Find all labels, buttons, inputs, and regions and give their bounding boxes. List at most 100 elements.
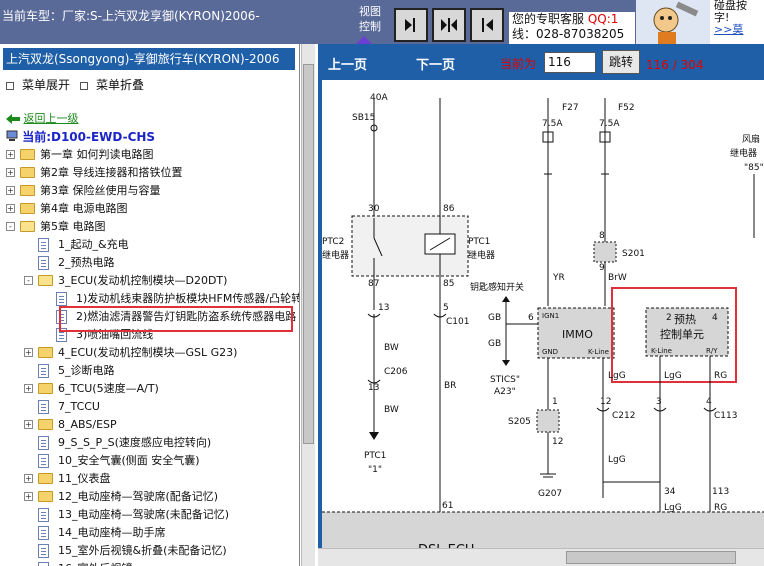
label-pin61: 61	[442, 501, 453, 511]
expand-node-icon[interactable]: +	[6, 150, 15, 159]
arrow-left-bar-icon	[482, 18, 493, 32]
folder-icon	[20, 203, 35, 214]
diagram-horizontal-scrollbar[interactable]	[318, 548, 764, 566]
vehicle-title: 当前车型：厂家:S-上汽双龙享御(KYRON)2006-	[2, 9, 260, 23]
expand-node-icon[interactable]: +	[6, 204, 15, 213]
diagram-pane: 上一页 下一页 当前为 116 跳转 116 / 304 F27 F52 7.5…	[318, 44, 764, 566]
label-kline: K-Line	[588, 348, 609, 356]
open-folder-icon	[38, 275, 53, 286]
tree-item-label: 2_预热电路	[58, 256, 115, 269]
expand-node-icon[interactable]: +	[24, 474, 33, 483]
label-c113: C113	[714, 411, 737, 421]
expand-menu-button[interactable]: 菜单展开	[6, 76, 70, 93]
page-nav-bar: 上一页 下一页 当前为 116 跳转 116 / 304	[318, 44, 764, 80]
collapse-node-icon[interactable]: -	[6, 222, 15, 231]
scrollbar-thumb[interactable]	[303, 64, 314, 444]
top-bar: 当前车型：厂家:S-上汽双龙享御(KYRON)2006- 视图控制 您的专职客服	[0, 0, 764, 44]
prev-view-button[interactable]	[394, 8, 428, 42]
expand-node-icon[interactable]: +	[24, 420, 33, 429]
computer-icon	[6, 130, 18, 141]
label-ptc2-relay: 继电器	[322, 249, 349, 261]
open-folder-icon	[20, 221, 35, 232]
prev-page-button[interactable]: 上一页	[328, 54, 367, 73]
jump-button[interactable]: 跳转	[602, 50, 640, 74]
page-number-input[interactable]: 116	[544, 52, 596, 73]
label-ry: R/Y	[706, 347, 718, 355]
label-pin4: 4	[712, 313, 718, 323]
label-preheat-2: 控制单元	[660, 327, 704, 341]
label-pin4b: 4	[706, 397, 712, 407]
label-fan-2: 继电器	[730, 147, 757, 159]
label-c212: C212	[612, 411, 635, 421]
label-bw-1: BW	[384, 343, 399, 353]
next-view-button[interactable]	[470, 8, 504, 42]
collapse-node-icon[interactable]: -	[24, 276, 33, 285]
current-document: 当前:D100-EWD-CHS	[6, 128, 155, 145]
label-lgg-1: LgG	[608, 371, 626, 381]
label-s205: S205	[508, 417, 531, 427]
help-link[interactable]: >>莫	[714, 24, 764, 36]
label-c101: C101	[446, 317, 469, 327]
label-yr: YR	[552, 273, 565, 283]
label-ptc1-bottom: PTC1	[364, 451, 386, 461]
label-wire-13: 13	[378, 303, 389, 313]
label-ptc2: PTC2	[322, 237, 344, 247]
expand-node-icon[interactable]: +	[6, 186, 15, 195]
folder-icon	[38, 347, 53, 358]
folder-icon	[38, 473, 53, 484]
folder-icon	[38, 383, 53, 394]
expand-icon	[6, 81, 14, 90]
tree-item-label: 16_室外后视镜	[58, 560, 133, 566]
tree-item-label: 第5章 电路图	[40, 220, 106, 233]
collapse-menu-label: 菜单折叠	[96, 78, 145, 92]
document-icon	[38, 508, 49, 522]
service-qq[interactable]: QQ:1	[588, 12, 619, 26]
service-phone: 线：028-87038205	[512, 27, 625, 41]
document-icon	[38, 544, 49, 558]
label-wire-5: 5	[443, 303, 449, 313]
label-rg: RG	[714, 371, 727, 381]
label-ign: IGN1	[542, 312, 559, 320]
label-pin12: 12	[600, 397, 611, 407]
back-link[interactable]: 返回上一级	[6, 110, 79, 126]
label-pin12b: 12	[552, 437, 563, 447]
label-pin9: 9	[599, 263, 605, 273]
next-page-button[interactable]: 下一页	[416, 54, 455, 73]
tree-item-label: 第一章 如何判读电路图	[40, 148, 154, 161]
label-brw: BrW	[608, 273, 627, 283]
expand-node-icon[interactable]: +	[24, 384, 33, 393]
label-pin34: 34	[664, 487, 676, 497]
expand-node-icon[interactable]: +	[6, 168, 15, 177]
tree-item-label: 6_TCU(5速度—A/T)	[58, 382, 159, 395]
label-ptc1: PTC1	[468, 237, 490, 247]
tree-item-label: 3_ECU(发动机控制模块—D20DT)	[58, 274, 228, 287]
back-link-label: 返回上一级	[23, 112, 79, 125]
collapse-menu-button[interactable]: 菜单折叠	[80, 76, 144, 93]
label-immo: IMMO	[562, 328, 593, 341]
tree-vertical-scrollbar[interactable]	[301, 44, 315, 566]
label-fuse-amp-2: 7.5A	[599, 119, 620, 129]
label-fan-3: "85"	[744, 163, 764, 173]
label-br: BR	[444, 381, 456, 391]
label-f27: F27	[562, 103, 579, 113]
label-pin30: 30	[368, 204, 380, 214]
expand-node-icon[interactable]: +	[24, 348, 33, 357]
label-40a: 40A	[370, 93, 388, 103]
tree-item-label: 8_ABS/ESP	[58, 418, 117, 431]
tree-item-label: 5_诊断电路	[58, 364, 115, 377]
current-page-label: 当前为	[500, 57, 537, 71]
label-pin113: 113	[712, 487, 729, 497]
label-pin85: 85	[443, 279, 454, 289]
split-view-button[interactable]	[432, 8, 466, 42]
label-pin6: 6	[528, 313, 534, 323]
tree-item-label: 第2章 导线连接器和搭铁位置	[40, 166, 183, 179]
tree-item-label: 10_安全气囊(侧面 安全气囊)	[58, 454, 200, 467]
document-icon	[38, 526, 49, 540]
label-c206: C206	[384, 367, 408, 377]
expand-node-icon[interactable]: +	[24, 492, 33, 501]
label-ptc1-quote: "1"	[368, 465, 382, 475]
label-lgg-3: LgG	[608, 455, 626, 465]
wiring-diagram: F27 F52 7.5A 7.5A 40A SB15 PTC2 继电器 PTC1…	[322, 80, 764, 566]
scrollbar-thumb[interactable]	[566, 551, 736, 564]
document-icon	[38, 436, 49, 450]
